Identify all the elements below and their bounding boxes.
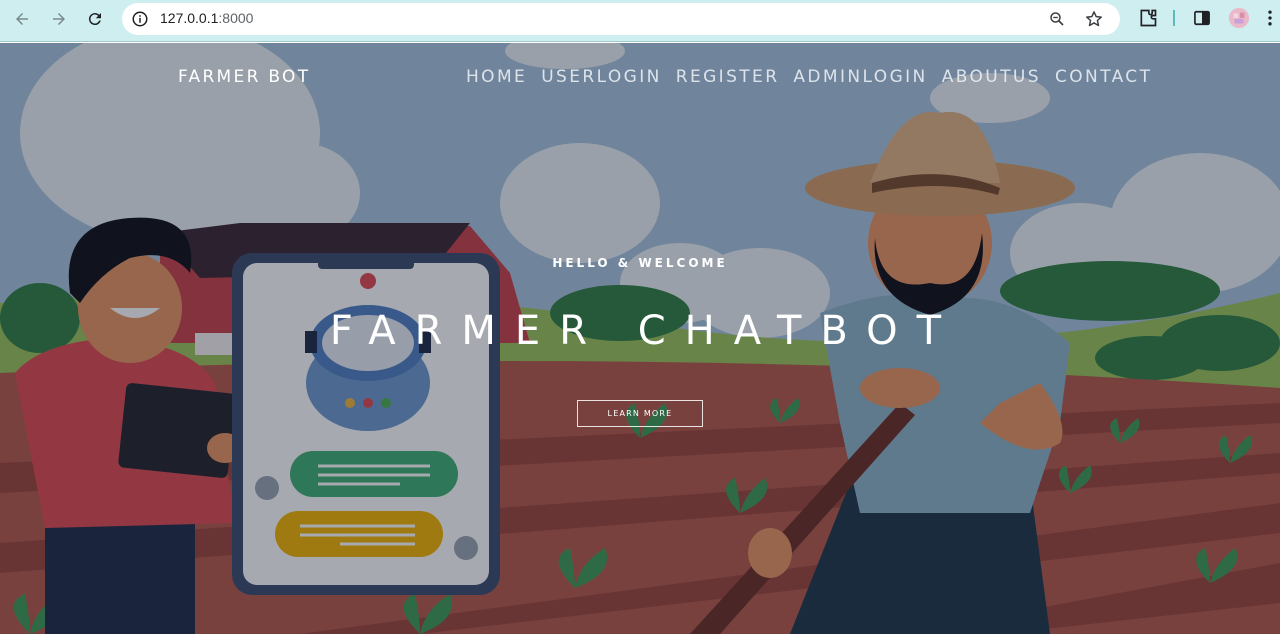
forward-button[interactable] <box>47 7 71 31</box>
extensions-icon[interactable] <box>1138 8 1158 28</box>
site-info-icon[interactable] <box>131 10 149 28</box>
main-nav: HOME USERLOGIN REGISTER ADMINLOGIN ABOUT… <box>466 67 1152 87</box>
url-text[interactable]: 127.0.0.1:8000 <box>160 10 253 26</box>
back-button[interactable] <box>10 7 34 31</box>
address-bar[interactable]: 127.0.0.1:8000 <box>122 3 1120 35</box>
nav-link-aboutus[interactable]: ABOUTUS <box>942 67 1041 87</box>
arrow-right-icon <box>53 13 65 25</box>
reload-button[interactable] <box>83 7 107 31</box>
nav-link-userlogin[interactable]: USERLOGIN <box>541 67 662 87</box>
nav-link-register[interactable]: REGISTER <box>676 67 780 87</box>
hero-section: FARMER BOT HOME USERLOGIN REGISTER ADMIN… <box>0 43 1280 634</box>
arrow-left-icon <box>16 13 28 25</box>
brand-logo-text[interactable]: FARMER BOT <box>178 67 310 87</box>
browser-toolbar: 127.0.0.1:8000 <box>0 0 1280 42</box>
hero-greeting: HELLO & WELCOME <box>552 256 728 270</box>
url-host: 127.0.0.1 <box>160 10 219 26</box>
nav-link-contact[interactable]: CONTACT <box>1055 67 1152 87</box>
nav-link-adminlogin[interactable]: ADMINLOGIN <box>793 67 927 87</box>
reload-icon <box>88 13 101 26</box>
bookmark-star-icon[interactable] <box>1084 9 1104 29</box>
hero-title: FARMER CHATBOT <box>329 308 961 354</box>
kebab-menu-icon[interactable] <box>1264 8 1276 28</box>
zoom-icon[interactable] <box>1048 10 1066 28</box>
url-port: :8000 <box>218 10 254 26</box>
toolbar-divider <box>1173 10 1175 26</box>
nav-link-home[interactable]: HOME <box>466 67 527 87</box>
learn-more-button[interactable]: LEARN MORE <box>577 400 703 427</box>
side-panel-icon[interactable] <box>1192 8 1212 28</box>
profile-avatar-icon[interactable] <box>1228 7 1250 29</box>
